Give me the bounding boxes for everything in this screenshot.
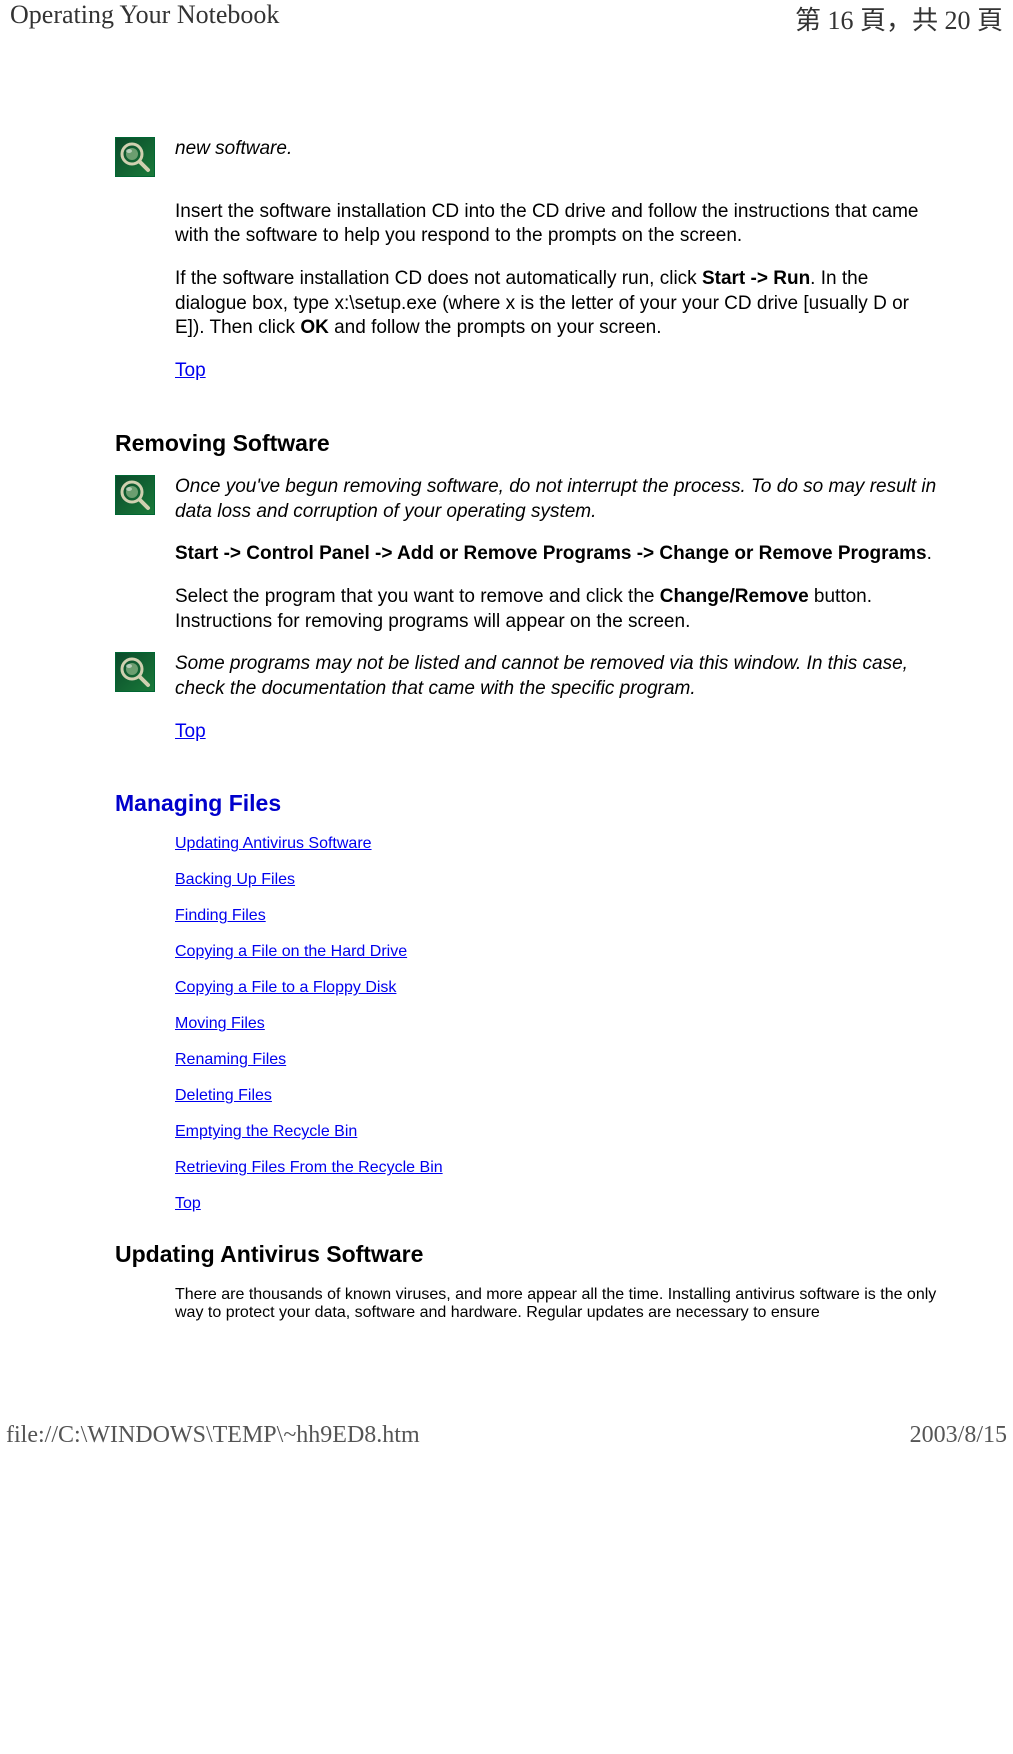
paragraph-change-remove: Select the program that you want to remo…: [175, 585, 938, 634]
magnify-icon: [115, 652, 155, 692]
link-backing-up[interactable]: Backing Up Files: [175, 871, 295, 888]
top-link[interactable]: Top: [175, 721, 206, 742]
page-indicator: 第 16 頁，共 20 頁: [795, 0, 1003, 37]
heading-updating-antivirus: Updating Antivirus Software: [115, 1241, 938, 1268]
note-dont-interrupt: Once you've begun removing software, do …: [175, 475, 938, 524]
top-link[interactable]: Top: [175, 1195, 201, 1212]
link-moving-files[interactable]: Moving Files: [175, 1015, 265, 1032]
header-title: Operating Your Notebook: [10, 0, 279, 37]
top-link[interactable]: Top: [175, 360, 206, 381]
paragraph-antivirus: There are thousands of known viruses, an…: [175, 1286, 938, 1322]
link-updating-antivirus[interactable]: Updating Antivirus Software: [175, 835, 372, 852]
link-copying-floppy[interactable]: Copying a File to a Floppy Disk: [175, 979, 396, 996]
magnify-icon: [115, 475, 155, 515]
footer-path: file://C:\WINDOWS\TEMP\~hh9ED8.htm: [6, 1422, 420, 1449]
paragraph-run-setup: If the software installation CD does not…: [175, 267, 938, 341]
link-retrieving-recycle[interactable]: Retrieving Files From the Recycle Bin: [175, 1159, 443, 1176]
heading-removing-software: Removing Software: [115, 430, 938, 457]
paragraph-insert-cd: Insert the software installation CD into…: [175, 200, 938, 249]
note-not-listed: Some programs may not be listed and cann…: [175, 652, 938, 701]
link-finding-files[interactable]: Finding Files: [175, 907, 266, 924]
link-renaming-files[interactable]: Renaming Files: [175, 1051, 286, 1068]
link-deleting-files[interactable]: Deleting Files: [175, 1087, 272, 1104]
note-new-software: new software.: [175, 137, 938, 162]
magnify-icon: [115, 137, 155, 177]
heading-managing-files: Managing Files: [115, 790, 938, 817]
link-emptying-recycle[interactable]: Emptying the Recycle Bin: [175, 1123, 357, 1140]
paragraph-control-panel-path: Start -> Control Panel -> Add or Remove …: [175, 542, 938, 567]
link-copying-hard-drive[interactable]: Copying a File on the Hard Drive: [175, 943, 407, 960]
footer-date: 2003/8/15: [910, 1422, 1007, 1449]
